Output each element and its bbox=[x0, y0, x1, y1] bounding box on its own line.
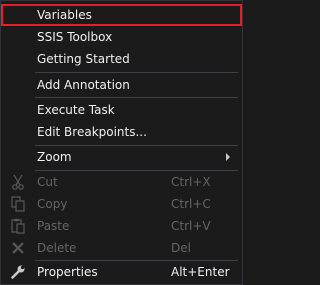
menu-item-add-annotation[interactable]: Add Annotation bbox=[1, 74, 242, 96]
menu-item-copy[interactable]: Copy Ctrl+C bbox=[1, 193, 242, 215]
context-menu: Variables SSIS Toolbox Getting Started A… bbox=[0, 0, 243, 285]
copy-icon bbox=[10, 196, 26, 212]
menu-item-shortcut: Ctrl+X bbox=[171, 175, 211, 189]
menu-item-label: Execute Task bbox=[37, 103, 115, 117]
menu-item-cut[interactable]: Cut Ctrl+X bbox=[1, 171, 242, 193]
menu-separator bbox=[35, 97, 238, 98]
menu-item-label: Getting Started bbox=[37, 52, 130, 66]
menu-item-delete[interactable]: Delete Del bbox=[1, 237, 242, 259]
delete-x-icon bbox=[10, 240, 26, 256]
menu-item-label: Copy bbox=[37, 197, 68, 211]
menu-item-label: Add Annotation bbox=[37, 78, 130, 92]
menu-item-label: Cut bbox=[37, 175, 58, 189]
menu-item-shortcut: Del bbox=[171, 241, 191, 255]
menu-item-shortcut: Ctrl+C bbox=[171, 197, 211, 211]
menu-item-edit-breakpoints[interactable]: Edit Breakpoints... bbox=[1, 121, 242, 143]
menu-item-properties[interactable]: Properties Alt+Enter bbox=[1, 261, 242, 283]
menu-separator bbox=[35, 72, 238, 73]
menu-item-label: Edit Breakpoints... bbox=[37, 125, 147, 139]
menu-item-shortcut: Alt+Enter bbox=[171, 265, 230, 279]
paste-icon bbox=[10, 218, 26, 234]
menu-item-ssis-toolbox[interactable]: SSIS Toolbox bbox=[1, 26, 242, 48]
menu-item-label: Zoom bbox=[37, 150, 72, 164]
menu-item-shortcut: Ctrl+V bbox=[171, 219, 211, 233]
submenu-arrow-icon bbox=[226, 153, 230, 161]
menu-item-paste[interactable]: Paste Ctrl+V bbox=[1, 215, 242, 237]
menu-item-label: Variables bbox=[37, 8, 92, 22]
menu-item-label: Delete bbox=[37, 241, 77, 255]
menu-item-label: SSIS Toolbox bbox=[37, 30, 113, 44]
scissors-icon bbox=[10, 174, 26, 190]
menu-item-execute-task[interactable]: Execute Task bbox=[1, 99, 242, 121]
menu-item-getting-started[interactable]: Getting Started bbox=[1, 48, 242, 70]
menu-item-label: Properties bbox=[37, 265, 98, 279]
wrench-icon bbox=[10, 264, 26, 280]
menu-item-zoom[interactable]: Zoom bbox=[1, 146, 242, 168]
menu-item-label: Paste bbox=[37, 219, 70, 233]
menu-item-variables[interactable]: Variables bbox=[1, 4, 242, 26]
